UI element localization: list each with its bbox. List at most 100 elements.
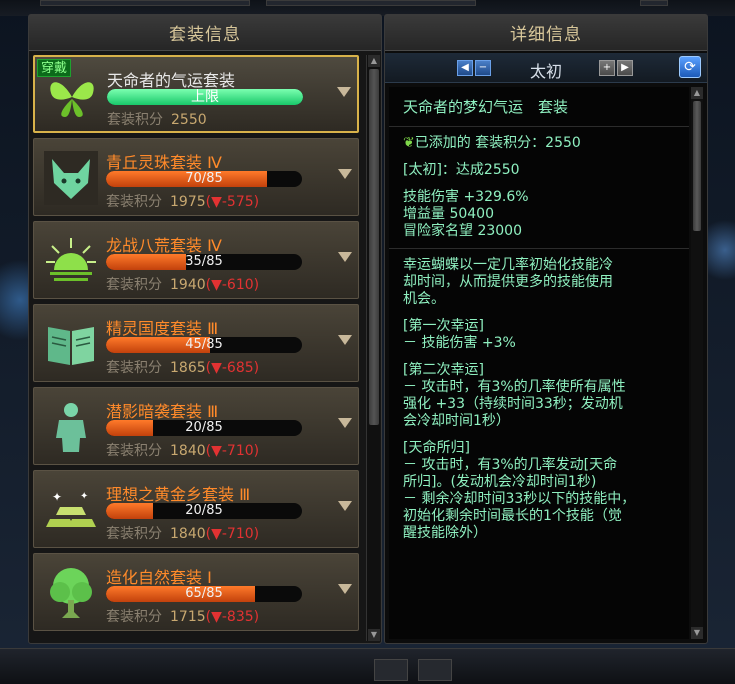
score-value: 1865 bbox=[170, 360, 206, 376]
luck2-line: － 攻击时，有3%的几率使所有属性 bbox=[403, 379, 626, 395]
set-list-item[interactable]: 青丘灵珠套装 Ⅳ 70/85 套装积分 1975(▼-575) bbox=[33, 138, 359, 216]
scroll-down-icon[interactable]: ▼ bbox=[691, 627, 703, 639]
butterfly-icon: ❦ bbox=[403, 135, 415, 151]
set-name: 潜影暗袭套装 Ⅲ bbox=[106, 402, 219, 421]
set-progress-bar: 20/85 bbox=[106, 503, 302, 519]
effect-description: 幸运蝴蝶以一定几率初始化技能冷 却时间，从而提供更多的技能使用 机会。 [第一次… bbox=[389, 249, 689, 550]
top-slot bbox=[40, 0, 250, 6]
score-value: 1840 bbox=[170, 443, 206, 459]
set-score: 套装积分 2550 bbox=[107, 109, 207, 129]
scroll-up-icon[interactable]: ▲ bbox=[368, 55, 380, 67]
scroll-thumb[interactable] bbox=[693, 101, 701, 231]
detail-set-title: 天命者的梦幻气运 套装 bbox=[389, 87, 689, 127]
score-delta: (▼-710) bbox=[205, 443, 260, 459]
progress-text: 45/85 bbox=[185, 337, 223, 352]
tree-icon bbox=[42, 564, 100, 622]
set-list-item[interactable]: 精灵国度套装 Ⅲ 45/85 套装积分 1865(▼-685) bbox=[33, 304, 359, 382]
set-list[interactable]: 穿戴 天命者的气运套装 上限 套装积分 2550 青丘灵珠套装 Ⅳ 70/85 套装… bbox=[33, 55, 363, 639]
expand-arrow-icon[interactable] bbox=[338, 252, 352, 262]
progress-text: 35/85 bbox=[185, 254, 223, 269]
last-tier-icon[interactable]: ▶ bbox=[617, 60, 633, 76]
score-value: 1840 bbox=[170, 526, 206, 542]
set-list-item[interactable]: ✦ ✦ 理想之黄金乡套装 Ⅲ 20/85 套装积分 1840(▼-710) bbox=[33, 470, 359, 548]
detail-info-title: 详细信息 bbox=[385, 15, 707, 51]
scroll-thumb[interactable] bbox=[369, 69, 379, 425]
set-progress-bar: 20/85 bbox=[106, 420, 302, 436]
set-progress-bar: 45/85 bbox=[106, 337, 302, 353]
tier-name: 太初 bbox=[529, 62, 562, 81]
fate-line: 初始化剩余时间最长的1个技能（觉 bbox=[403, 508, 622, 524]
set-score: 套装积分 1975(▼-575) bbox=[106, 191, 259, 211]
set-name: 青丘灵珠套装 Ⅳ bbox=[106, 153, 222, 172]
next-tier-icon[interactable]: + bbox=[599, 60, 615, 76]
set-score: 套装积分 1715(▼-835) bbox=[106, 606, 259, 626]
set-name: 造化自然套装 Ⅰ bbox=[106, 568, 212, 587]
luck2-line: 强化 +33（持续时间33秒；发动机 bbox=[403, 396, 623, 412]
detail-scrollbar[interactable]: ▲ ▼ bbox=[691, 87, 703, 639]
set-score: 套装积分 1840(▼-710) bbox=[106, 440, 259, 460]
detail-info-panel: 详细信息 ◀ − 太初 + ▶ ⟳ 天命者的梦幻气运 套装 ❦已添加的 套装积分… bbox=[384, 14, 708, 644]
set-name: 天命者的气运套装 bbox=[107, 71, 236, 90]
expand-arrow-icon[interactable] bbox=[337, 87, 351, 97]
scroll-up-icon[interactable]: ▲ bbox=[691, 87, 703, 99]
set-progress-bar: 35/85 bbox=[106, 254, 302, 270]
score-delta: (▼-710) bbox=[205, 526, 260, 542]
body-icon bbox=[42, 398, 100, 456]
set-score: 套装积分 1940(▼-610) bbox=[106, 274, 259, 294]
expand-arrow-icon[interactable] bbox=[338, 584, 352, 594]
set-name: 理想之黄金乡套装 Ⅲ bbox=[106, 485, 251, 504]
gold-bars-icon: ✦ ✦ bbox=[42, 481, 100, 539]
expand-arrow-icon[interactable] bbox=[338, 335, 352, 345]
bottom-button[interactable] bbox=[418, 659, 452, 681]
desc-line: 却时间，从而提供更多的技能使用 bbox=[403, 274, 613, 290]
fate-title: [天命所归] bbox=[403, 440, 470, 456]
added-score-line: ❦已添加的 套装积分：2550 bbox=[403, 135, 581, 151]
expand-arrow-icon[interactable] bbox=[338, 418, 352, 428]
score-value: 1940 bbox=[170, 277, 206, 293]
refresh-icon[interactable]: ⟳ bbox=[679, 56, 701, 78]
bottom-button[interactable] bbox=[374, 659, 408, 681]
score-label: 套装积分 bbox=[106, 443, 162, 459]
progress-text: 上限 bbox=[191, 89, 219, 105]
desc-line: 机会。 bbox=[403, 291, 445, 307]
score-label: 套装积分 bbox=[106, 526, 162, 542]
set-progress-bar: 上限 bbox=[107, 89, 303, 105]
detail-content: 天命者的梦幻气运 套装 ❦已添加的 套装积分：2550 [太初]：达成2550 … bbox=[389, 87, 689, 639]
set-list-item[interactable]: 龙战八荒套装 Ⅳ 35/85 套装积分 1940(▼-610) bbox=[33, 221, 359, 299]
score-label: 套装积分 bbox=[106, 194, 162, 210]
fate-line: 醒技能除外） bbox=[403, 525, 487, 541]
luck1-title: [第一次幸运] bbox=[403, 318, 484, 334]
top-slot bbox=[640, 0, 668, 6]
desc-line: 幸运蝴蝶以一定几率初始化技能冷 bbox=[403, 257, 613, 273]
set-score: 套装积分 1865(▼-685) bbox=[106, 357, 259, 377]
sunrise-icon bbox=[42, 232, 100, 290]
progress-text: 70/85 bbox=[185, 171, 223, 186]
score-label: 套装积分 bbox=[106, 277, 162, 293]
set-name: 精灵国度套装 Ⅲ bbox=[106, 319, 219, 338]
score-value: 1975 bbox=[170, 194, 206, 210]
bottom-bar bbox=[0, 648, 735, 684]
score-value: 1715 bbox=[170, 609, 206, 625]
score-delta: (▼-685) bbox=[205, 360, 260, 376]
scroll-down-icon[interactable]: ▼ bbox=[368, 629, 380, 641]
score-value: 2550 bbox=[171, 112, 207, 128]
set-score: 套装积分 1840(▼-710) bbox=[106, 523, 259, 543]
luck2-title: [第二次幸运] bbox=[403, 362, 484, 378]
set-list-item[interactable]: 造化自然套装 Ⅰ 65/85 套装积分 1715(▼-835) bbox=[33, 553, 359, 631]
score-delta: (▼-575) bbox=[205, 194, 260, 210]
fate-line: － 剩余冷却时间33秒以下的技能中， bbox=[403, 491, 636, 507]
expand-arrow-icon[interactable] bbox=[338, 169, 352, 179]
expand-arrow-icon[interactable] bbox=[338, 501, 352, 511]
set-list-scrollbar[interactable]: ▲ ▼ bbox=[366, 55, 380, 641]
fate-line: － 攻击时，有3%的几率发动[天命 bbox=[403, 457, 618, 473]
score-delta: (▼-835) bbox=[205, 609, 260, 625]
stat-line: 技能伤害 +329.6% bbox=[403, 189, 529, 205]
set-list-item[interactable]: 潜影暗袭套装 Ⅲ 20/85 套装积分 1840(▼-710) bbox=[33, 387, 359, 465]
progress-text: 20/85 bbox=[185, 420, 223, 435]
top-slot bbox=[266, 0, 476, 6]
tier-achieved: [太初]：达成2550 bbox=[403, 162, 520, 178]
svg-text:✦: ✦ bbox=[52, 490, 62, 504]
set-list-item[interactable]: 穿戴 天命者的气运套装 上限 套装积分 2550 bbox=[33, 55, 359, 133]
tier-selector: ◀ − 太初 + ▶ ⟳ bbox=[385, 53, 707, 83]
svg-text:✦: ✦ bbox=[80, 491, 88, 502]
